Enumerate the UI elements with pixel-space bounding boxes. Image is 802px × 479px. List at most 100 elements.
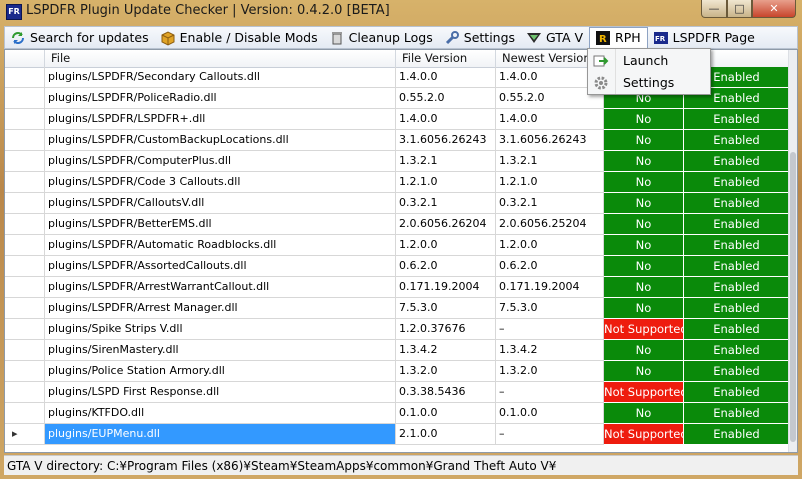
enabled-state-cell[interactable]: Enabled	[684, 277, 790, 298]
file-cell[interactable]: plugins/LSPDFR/ArrestWarrantCallout.dll	[45, 277, 396, 298]
newest-version-cell[interactable]: 1.2.1.0	[496, 172, 604, 193]
row-header[interactable]	[5, 277, 45, 298]
update-status-cell[interactable]: Not Supported	[604, 319, 684, 340]
file-cell[interactable]: plugins/LSPDFR/Code 3 Callouts.dll	[45, 172, 396, 193]
column-file[interactable]: File	[45, 50, 396, 67]
menu-lspdfr-page[interactable]: FR LSPDFR Page	[648, 27, 761, 48]
newest-version-cell[interactable]: 0.1.0.0	[496, 403, 604, 424]
update-status-cell[interactable]: No	[604, 172, 684, 193]
enabled-state-cell[interactable]: Enabled	[684, 130, 790, 151]
update-status-cell[interactable]: No	[604, 235, 684, 256]
file-version-cell[interactable]: 1.2.0.0	[396, 235, 496, 256]
file-version-cell[interactable]: 0.171.19.2004	[396, 277, 496, 298]
update-status-cell[interactable]: No	[604, 130, 684, 151]
table-row[interactable]: plugins/LSPDFR/LSPDFR+.dll 1.4.0.0 1.4.0.0…	[5, 109, 790, 130]
table-row[interactable]: plugins/LSPD First Response.dll 0.3.38.54…	[5, 382, 790, 403]
file-cell[interactable]: plugins/LSPDFR/Secondary Callouts.dll	[45, 67, 396, 88]
file-cell[interactable]: plugins/LSPDFR/CalloutsV.dll	[45, 193, 396, 214]
newest-version-cell[interactable]: 1.3.2.1	[496, 151, 604, 172]
title-bar[interactable]: FR LSPDFR Plugin Update Checker | Versio…	[0, 0, 802, 24]
update-status-cell[interactable]: Not Supported	[604, 382, 684, 403]
update-status-cell[interactable]: No	[604, 340, 684, 361]
newest-version-cell[interactable]: –	[496, 319, 604, 340]
row-header[interactable]	[5, 382, 45, 403]
row-header[interactable]	[5, 67, 45, 88]
file-version-cell[interactable]: 0.3.2.1	[396, 193, 496, 214]
file-version-cell[interactable]: 1.3.2.0	[396, 361, 496, 382]
newest-version-cell[interactable]: 0.3.2.1	[496, 193, 604, 214]
file-cell[interactable]: plugins/LSPDFR/CustomBackupLocations.dll	[45, 130, 396, 151]
minimize-button[interactable]: —	[701, 0, 727, 18]
row-header[interactable]	[5, 172, 45, 193]
menu-enable-disable-mods[interactable]: Enable / Disable Mods	[155, 27, 324, 48]
maximize-button[interactable]: □	[727, 0, 752, 18]
update-status-cell[interactable]: No	[604, 403, 684, 424]
enabled-state-cell[interactable]: Enabled	[684, 403, 790, 424]
table-row[interactable]: plugins/LSPDFR/Automatic Roadblocks.dll 1…	[5, 235, 790, 256]
update-status-cell[interactable]: Not Supported	[604, 424, 684, 445]
row-header[interactable]	[5, 256, 45, 277]
file-cell[interactable]: plugins/EUPMenu.dll	[45, 424, 396, 445]
file-version-cell[interactable]: 1.3.4.2	[396, 340, 496, 361]
file-cell[interactable]: plugins/Police Station Armory.dll	[45, 361, 396, 382]
file-version-cell[interactable]: 0.3.38.5436	[396, 382, 496, 403]
enabled-state-cell[interactable]: Enabled	[684, 424, 790, 445]
update-status-cell[interactable]: No	[604, 298, 684, 319]
file-version-cell[interactable]: 0.55.2.0	[396, 88, 496, 109]
row-header[interactable]	[5, 151, 45, 172]
enabled-state-cell[interactable]: Enabled	[684, 172, 790, 193]
table-row[interactable]: plugins/Police Station Armory.dll 1.3.2.0…	[5, 361, 790, 382]
menu-gta-v[interactable]: GTA V	[521, 27, 589, 48]
row-header[interactable]	[5, 361, 45, 382]
enabled-state-cell[interactable]: Enabled	[684, 382, 790, 403]
row-header[interactable]	[5, 298, 45, 319]
vertical-scrollbar[interactable]	[788, 50, 797, 452]
menu-search-updates[interactable]: Search for updates	[5, 27, 155, 48]
file-version-cell[interactable]: 1.4.0.0	[396, 109, 496, 130]
file-version-cell[interactable]: 2.0.6056.26204	[396, 214, 496, 235]
file-version-cell[interactable]: 1.2.1.0	[396, 172, 496, 193]
enabled-state-cell[interactable]: Enabled	[684, 319, 790, 340]
table-row[interactable]: plugins/KTFDO.dll 0.1.0.0 0.1.0.0 No Enabled	[5, 403, 790, 424]
newest-version-cell[interactable]: –	[496, 382, 604, 403]
file-cell[interactable]: plugins/LSPDFR/Automatic Roadblocks.dll	[45, 235, 396, 256]
file-cell[interactable]: plugins/LSPD First Response.dll	[45, 382, 396, 403]
table-row[interactable]: plugins/LSPDFR/ArrestWarrantCallout.dll 0…	[5, 277, 790, 298]
update-status-cell[interactable]: No	[604, 151, 684, 172]
column-file-version[interactable]: File Version	[396, 50, 496, 67]
newest-version-cell[interactable]: 0.6.2.0	[496, 256, 604, 277]
file-version-cell[interactable]: 3.1.6056.26243	[396, 130, 496, 151]
rph-settings-item[interactable]: Settings	[588, 72, 710, 93]
enabled-state-cell[interactable]: Enabled	[684, 235, 790, 256]
row-header[interactable]	[5, 88, 45, 109]
row-header[interactable]: ▸	[5, 424, 45, 445]
rph-launch-item[interactable]: Launch	[588, 50, 710, 71]
file-cell[interactable]: plugins/LSPDFR/LSPDFR+.dll	[45, 109, 396, 130]
file-cell[interactable]: plugins/LSPDFR/BetterEMS.dll	[45, 214, 396, 235]
newest-version-cell[interactable]: 1.3.2.0	[496, 361, 604, 382]
newest-version-cell[interactable]: 2.0.6056.25204	[496, 214, 604, 235]
newest-version-cell[interactable]: 1.2.0.0	[496, 235, 604, 256]
table-row[interactable]: plugins/LSPDFR/AssortedCallouts.dll 0.6.2…	[5, 256, 790, 277]
table-row[interactable]: plugins/LSPDFR/BetterEMS.dll 2.0.6056.262…	[5, 214, 790, 235]
row-header[interactable]	[5, 319, 45, 340]
update-status-cell[interactable]: No	[604, 214, 684, 235]
table-row[interactable]: ▸ plugins/EUPMenu.dll 2.1.0.0– Not Supporte…	[5, 424, 790, 445]
close-button[interactable]: ✕	[752, 0, 796, 18]
enabled-state-cell[interactable]: Enabled	[684, 109, 790, 130]
enabled-state-cell[interactable]: Enabled	[684, 256, 790, 277]
row-header[interactable]	[5, 109, 45, 130]
table-row[interactable]: plugins/SirenMastery.dll 1.3.4.2 1.3.4.2 No…	[5, 340, 790, 361]
enabled-state-cell[interactable]: Enabled	[684, 361, 790, 382]
enabled-state-cell[interactable]: Enabled	[684, 193, 790, 214]
enabled-state-cell[interactable]: Enabled	[684, 340, 790, 361]
table-row[interactable]: plugins/Spike Strips V.dll 1.2.0.37676– No…	[5, 319, 790, 340]
newest-version-cell[interactable]: 7.5.3.0	[496, 298, 604, 319]
row-header[interactable]	[5, 214, 45, 235]
scrollbar-thumb[interactable]	[790, 152, 796, 442]
row-header[interactable]	[5, 130, 45, 151]
menu-cleanup-logs[interactable]: Cleanup Logs	[324, 27, 439, 48]
file-cell[interactable]: plugins/LSPDFR/PoliceRadio.dll	[45, 88, 396, 109]
newest-version-cell[interactable]: –	[496, 424, 604, 445]
enabled-state-cell[interactable]: Enabled	[684, 298, 790, 319]
